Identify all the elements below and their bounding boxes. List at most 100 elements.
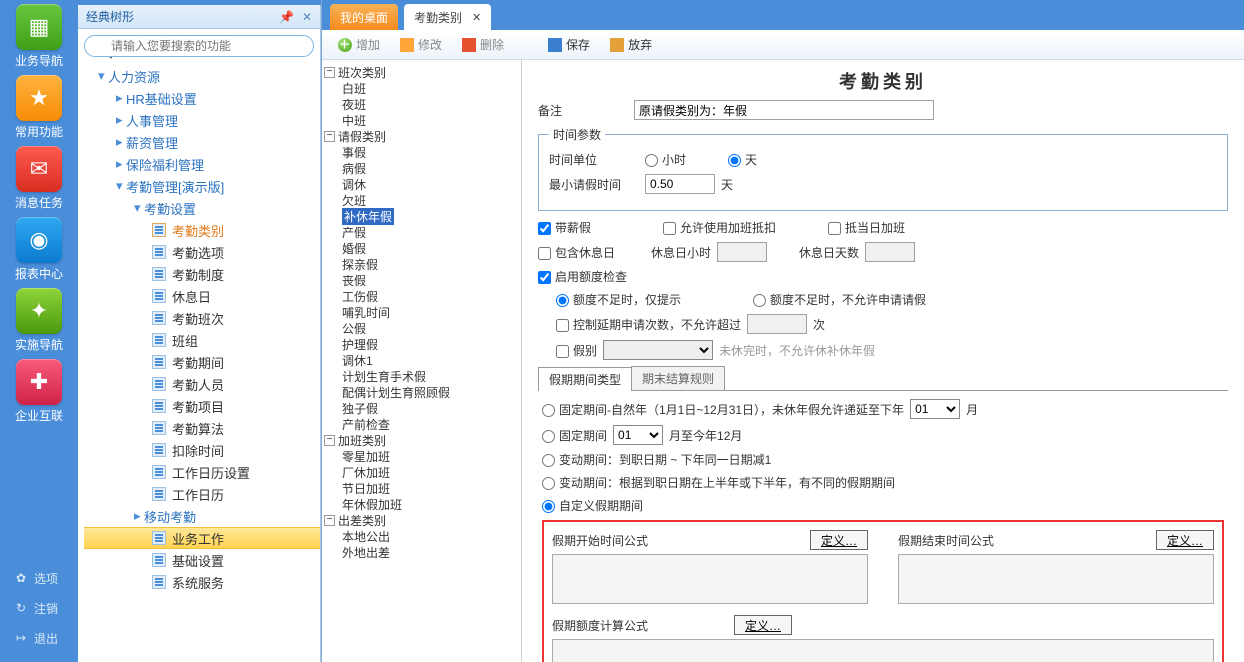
cat-item[interactable]: 年休假加班 <box>324 496 519 512</box>
rail-biznav[interactable]: ▦业务导航 <box>0 4 78 69</box>
cat-item[interactable]: 夜班 <box>324 96 519 112</box>
tree-leaf[interactable]: 考勤制度 <box>84 263 320 285</box>
period-opt2-radio[interactable]: 固定期间 <box>542 427 607 444</box>
tree-leaf[interactable]: 考勤人员 <box>84 373 320 395</box>
cat-item[interactable]: 配偶计划生育照顾假 <box>324 384 519 400</box>
cat-item[interactable]: 病假 <box>324 160 519 176</box>
cat-item[interactable]: 独子假 <box>324 400 519 416</box>
cat-item[interactable]: 哺乳时间 <box>324 304 519 320</box>
tree-attendance[interactable]: ▾考勤管理[演示版] <box>84 175 320 197</box>
cat-item[interactable]: 外地出差 <box>324 544 519 560</box>
cat-item[interactable]: 调休1 <box>324 352 519 368</box>
unit-hour-radio[interactable]: 小时 <box>645 151 686 168</box>
cat-group[interactable]: −加班类别 <box>324 432 519 448</box>
cat-item[interactable]: 公假 <box>324 320 519 336</box>
rest-days-input[interactable] <box>865 242 915 262</box>
cat-item[interactable]: 婚假 <box>324 240 519 256</box>
period-opt5-radio[interactable]: 自定义假期期间 <box>542 497 643 514</box>
rail-tasks[interactable]: ✉消息任务 <box>0 146 78 211</box>
subtab-settle-rule[interactable]: 期末结算规则 <box>631 366 725 390</box>
enable-quota-check[interactable]: 启用额度检查 <box>538 268 627 285</box>
rail-impl[interactable]: ✦实施导航 <box>0 288 78 353</box>
cat-item[interactable]: 产假 <box>324 224 519 240</box>
cat-item[interactable]: 计划生育手术假 <box>324 368 519 384</box>
define-end-button[interactable]: 定义… <box>1156 530 1214 550</box>
tree-leaf[interactable]: 考勤项目 <box>84 395 320 417</box>
unit-day-radio[interactable]: 天 <box>728 151 757 168</box>
tab-desktop[interactable]: 我的桌面 <box>330 4 398 30</box>
tree-root-hr[interactable]: ▾人力资源 <box>84 65 320 87</box>
save-button[interactable]: 保存 <box>540 34 598 55</box>
tree-attendance-settings[interactable]: ▾考勤设置 <box>84 197 320 219</box>
cat-item[interactable]: 本地公出 <box>324 528 519 544</box>
tree-leaf[interactable]: 考勤期间 <box>84 351 320 373</box>
period-opt2-month-select[interactable]: 01 <box>613 425 663 445</box>
ext-times-input[interactable] <box>747 314 807 334</box>
tree-node[interactable]: ▸HR基础设置 <box>84 87 320 109</box>
cat-item[interactable]: 探亲假 <box>324 256 519 272</box>
paid-check[interactable]: 带薪假 <box>538 219 591 236</box>
tree-leaf[interactable]: 班组 <box>84 329 320 351</box>
define-quota-button[interactable]: 定义… <box>734 615 792 635</box>
tree-leaf[interactable]: 基础设置 <box>84 549 320 571</box>
cat-item[interactable]: 工伤假 <box>324 288 519 304</box>
quota-tip-radio[interactable]: 额度不足时，仅提示 <box>556 291 681 308</box>
add-button[interactable]: 增加 <box>330 34 388 55</box>
period-opt3-radio[interactable]: 变动期间：到职日期 ~ 下年同一日期减1 <box>542 451 771 468</box>
tree-leaf-category[interactable]: 考勤类别 <box>84 219 320 241</box>
fx-start-textarea[interactable] <box>552 554 868 604</box>
rail-favorites[interactable]: ★常用功能 <box>0 75 78 140</box>
cat-item[interactable]: 厂休加班 <box>324 464 519 480</box>
control-ext-check[interactable]: 控制延期申请次数，不允许超过 <box>556 316 741 333</box>
tree-leaf[interactable]: 工作日历 <box>84 483 320 505</box>
abort-button[interactable]: 放弃 <box>602 34 660 55</box>
delete-button[interactable]: 删除 <box>454 34 512 55</box>
rail-enterprise[interactable]: ✚企业互联 <box>0 359 78 424</box>
period-opt1-month-select[interactable]: 01 <box>910 399 960 419</box>
cat-item[interactable]: 欠班 <box>324 192 519 208</box>
allow-ot-offset-check[interactable]: 允许使用加班抵扣 <box>663 219 776 236</box>
cat-item[interactable]: 零星加班 <box>324 448 519 464</box>
tree-node[interactable]: ▸人事管理 <box>84 109 320 131</box>
sameday-ot-check[interactable]: 抵当日加班 <box>828 219 905 236</box>
tree-leaf[interactable]: 系统服务 <box>84 571 320 593</box>
include-rest-check[interactable]: 包含休息日 <box>538 244 615 261</box>
cat-item[interactable]: 护理假 <box>324 336 519 352</box>
holiday-sep-select[interactable] <box>603 340 713 360</box>
tree-migrate[interactable]: ▸移动考勤 <box>84 505 320 527</box>
tree-leaf[interactable]: 考勤算法 <box>84 417 320 439</box>
tree-node[interactable]: ▸保险福利管理 <box>84 153 320 175</box>
cat-item[interactable]: 中班 <box>324 112 519 128</box>
tree-leaf[interactable]: 休息日 <box>84 285 320 307</box>
tree-node[interactable]: ▸薪资管理 <box>84 131 320 153</box>
cat-item[interactable]: 事假 <box>324 144 519 160</box>
fx-end-textarea[interactable] <box>898 554 1214 604</box>
cat-group[interactable]: −出差类别 <box>324 512 519 528</box>
subtab-period-type[interactable]: 假期期间类型 <box>538 367 632 391</box>
rest-hours-input[interactable] <box>717 242 767 262</box>
holiday-sep-check[interactable]: 假别 <box>556 342 597 359</box>
rail-logout[interactable]: ↻注销 <box>0 596 78 620</box>
tab-attendance-category[interactable]: 考勤类别✕ <box>404 4 491 30</box>
period-opt4-radio[interactable]: 变动期间：根据到职日期在上半年或下半年，有不同的假期期间 <box>542 474 895 491</box>
remark-input[interactable] <box>634 100 934 120</box>
rail-options[interactable]: ✿选项 <box>0 566 78 590</box>
edit-button[interactable]: 修改 <box>392 34 450 55</box>
cat-item[interactable]: 产前检查 <box>324 416 519 432</box>
tree-leaf[interactable]: 考勤选项 <box>84 241 320 263</box>
cat-item[interactable]: 丧假 <box>324 272 519 288</box>
close-icon[interactable]: ✕ <box>302 10 312 24</box>
close-icon[interactable]: ✕ <box>472 11 481 24</box>
define-start-button[interactable]: 定义… <box>810 530 868 550</box>
fx-quota-textarea[interactable] <box>552 639 1214 662</box>
pin-icon[interactable]: 📌 <box>279 10 294 24</box>
rail-exit[interactable]: ↦退出 <box>0 626 78 650</box>
cat-item[interactable]: 调休 <box>324 176 519 192</box>
cat-item[interactable]: 节日加班 <box>324 480 519 496</box>
cat-item[interactable]: 白班 <box>324 80 519 96</box>
tree-leaf-bizwork[interactable]: 业务工作 <box>84 527 320 549</box>
tree-leaf[interactable]: 工作日历设置 <box>84 461 320 483</box>
quota-deny-radio[interactable]: 额度不足时，不允许申请请假 <box>753 291 926 308</box>
tree-leaf[interactable]: 扣除时间 <box>84 439 320 461</box>
cat-group[interactable]: −班次类别 <box>324 64 519 80</box>
